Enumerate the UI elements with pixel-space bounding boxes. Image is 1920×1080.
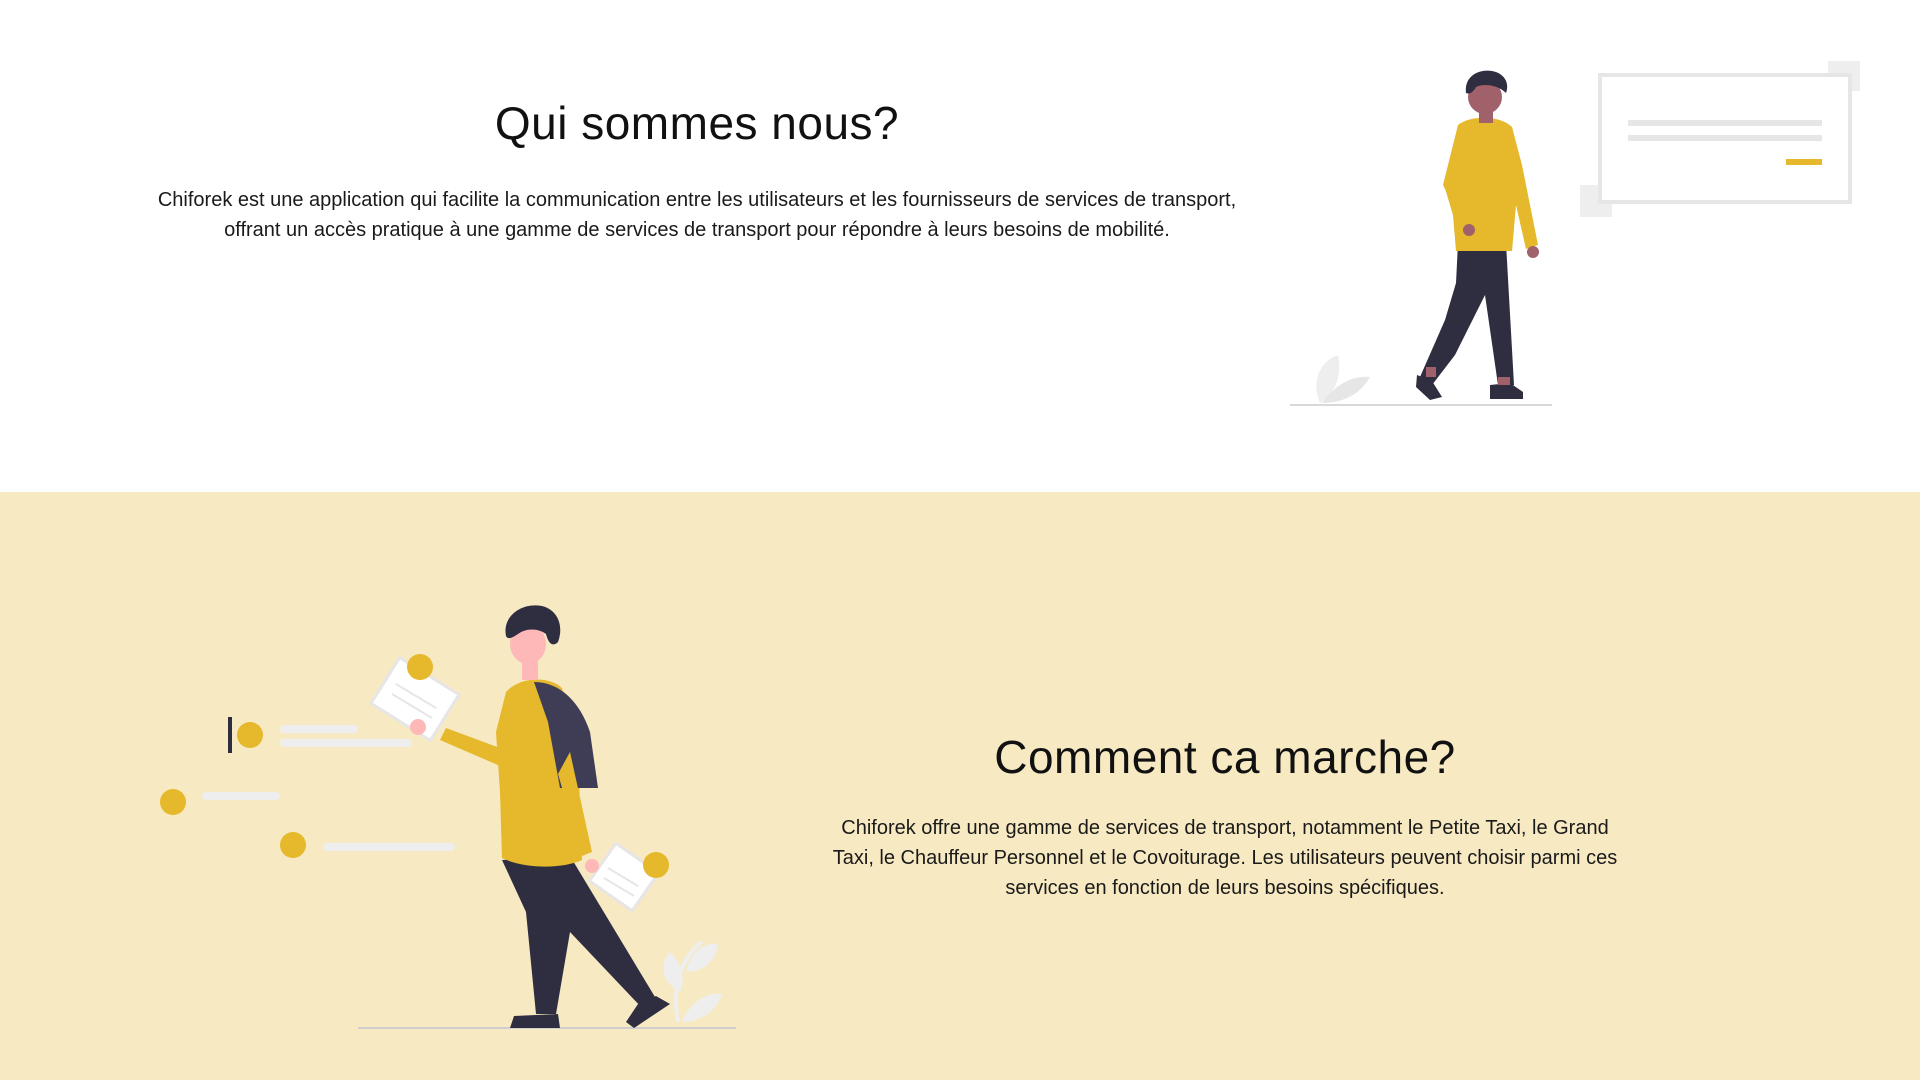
plant-graphic <box>1316 355 1370 403</box>
plant-graphic <box>663 940 722 1023</box>
how-it-works-section: Comment ca marche? Chiforek offre une ga… <box>0 492 1920 1080</box>
how-it-works-title: Comment ca marche? <box>994 731 1456 783</box>
about-text-block: Qui sommes nous? Chiforek est une applic… <box>148 96 1246 245</box>
how-it-works-description: Chiforek offre une gamme de services de … <box>832 817 1618 900</box>
person-reading-illustration <box>160 605 736 1029</box>
person-figure <box>1416 70 1539 400</box>
about-section: Qui sommes nous? Chiforek est une applic… <box>0 0 1920 492</box>
person-figure <box>410 605 670 1028</box>
about-title: Qui sommes nous? <box>494 97 900 149</box>
list-bullets-graphic <box>160 717 455 858</box>
person-walking-illustration <box>1290 61 1860 406</box>
about-description: Chiforek est une application qui facilit… <box>157 189 1237 242</box>
how-it-works-text-block: Comment ca marche? Chiforek offre une ga… <box>830 730 1620 903</box>
info-card-graphic <box>1580 61 1860 217</box>
document-right-graphic <box>587 841 669 913</box>
